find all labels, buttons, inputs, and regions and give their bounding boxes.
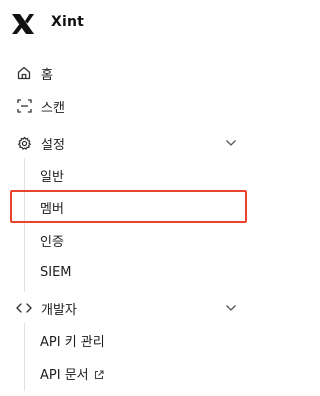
nav-item-scan[interactable]: 스캔	[0, 92, 257, 120]
nav-label-developer: 개발자	[41, 302, 77, 318]
chevron-down-icon[interactable]	[225, 139, 237, 147]
gear-icon	[16, 135, 32, 151]
x-logo-icon	[12, 14, 34, 34]
submenu-label: 인증	[40, 234, 64, 250]
submenu-item-api-docs[interactable]: API 문서	[24, 359, 244, 387]
submenu-item-authentication[interactable]: 인증	[24, 226, 244, 254]
external-link-icon	[94, 369, 104, 379]
nav-label-home: 홈	[41, 67, 53, 83]
scan-icon	[16, 98, 32, 114]
submenu-label-api-docs: API 문서	[40, 364, 104, 383]
submenu-item-members[interactable]: 멤버	[24, 193, 244, 221]
nav-label-settings: 설정	[41, 137, 65, 153]
nav-item-home[interactable]: 홈	[0, 59, 257, 87]
chevron-down-icon[interactable]	[225, 304, 237, 312]
submenu-item-siem[interactable]: SIEM	[24, 258, 244, 286]
submenu-item-general[interactable]: 일반	[24, 161, 244, 189]
nav-label-scan: 스캔	[41, 100, 65, 116]
submenu-label: API 키 관리	[40, 334, 105, 350]
brand[interactable]: Xint	[10, 11, 84, 37]
submenu-item-api-keys[interactable]: API 키 관리	[24, 326, 244, 354]
submenu-label: 멤버	[40, 201, 64, 217]
submenu-label: 일반	[40, 169, 64, 185]
api-docs-text: API 문서	[40, 367, 89, 383]
home-icon	[16, 65, 32, 81]
submenu-label: SIEM	[40, 264, 72, 280]
nav-item-settings[interactable]: 설정	[0, 129, 257, 157]
brand-name: Xint	[51, 14, 85, 30]
code-icon	[16, 300, 32, 316]
nav-item-developer[interactable]: 개발자	[0, 294, 257, 322]
